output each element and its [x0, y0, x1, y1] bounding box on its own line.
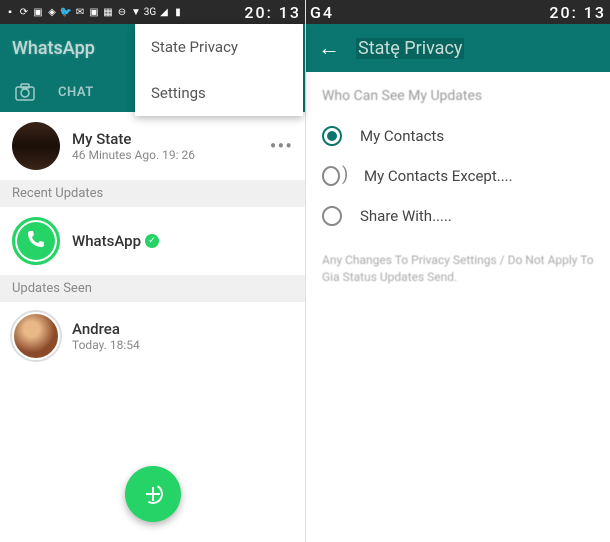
chat-icon: ▣ — [88, 6, 100, 18]
who-can-see-title: Who Can See My Updates — [306, 72, 610, 116]
sync-icon: ⟳ — [18, 6, 30, 18]
updates-seen-header: Updates Seen — [0, 275, 305, 302]
menu-state-privacy[interactable]: State Privacy — [135, 24, 303, 70]
my-state-name: My State — [72, 130, 270, 148]
andrea-avatar — [12, 312, 60, 360]
my-state-avatar — [12, 122, 60, 170]
verified-icon: ✓ — [145, 234, 159, 248]
dnd-icon: ⊖ — [116, 6, 128, 18]
telegram-icon: ◈ — [46, 6, 58, 18]
fb-icon: ▣ — [32, 6, 44, 18]
camera-icon — [15, 83, 35, 101]
radio-unselected-icon — [322, 206, 342, 226]
whatsapp-status-item[interactable]: WhatsApp ✓ — [0, 207, 305, 275]
signal-3g-icon: 3G — [144, 6, 156, 18]
status-bar-right: G4 20: 13 — [306, 0, 610, 24]
option-share-with[interactable]: Share With..... — [306, 196, 610, 236]
notification-icon: ▪ — [4, 6, 16, 18]
camera-tab[interactable] — [0, 83, 50, 101]
andrea-status-item[interactable]: Andrea Today. 18:54 — [0, 302, 305, 370]
option-my-contacts[interactable]: My Contacts — [306, 116, 610, 156]
app-title: WhatsApp — [12, 38, 95, 59]
new-status-fab[interactable] — [125, 466, 181, 522]
wifi-icon: ▼ — [130, 6, 142, 18]
mail-icon: ✉ — [74, 6, 86, 18]
andrea-name: Andrea — [72, 320, 293, 338]
recent-updates-header: Recent Updates — [0, 180, 305, 207]
privacy-note: Any Changes To Privacy Settings / Do Not… — [306, 236, 610, 302]
option-contacts-except[interactable]: My Contacts Except.... — [306, 156, 610, 196]
whatsapp-avatar — [12, 217, 60, 265]
menu-settings[interactable]: Settings — [135, 70, 303, 116]
tab-chat[interactable]: CHAT — [50, 85, 102, 100]
whatsapp-phone-icon — [24, 229, 48, 253]
whatsapp-name: WhatsApp — [72, 232, 141, 250]
back-arrow-icon[interactable]: ← — [318, 35, 340, 61]
status-g4: G4 — [310, 3, 334, 22]
image-icon: ▦ — [102, 6, 114, 18]
andrea-time: Today. 18:54 — [72, 338, 293, 352]
status-bar-left: ▪ ⟳ ▣ ◈ 🐦 ✉ ▣ ▦ ⊖ ▼ 3G ◢ ▮ 20: 13 — [0, 0, 305, 24]
popup-menu: State Privacy Settings — [135, 24, 303, 116]
twitter-icon: 🐦 — [60, 6, 72, 18]
option-label-2: My Contacts Except.... — [364, 167, 513, 185]
more-icon[interactable]: ••• — [270, 134, 293, 158]
app-header-right: ← Statę Privacy — [306, 24, 610, 72]
signal-icon: ◢ — [158, 6, 170, 18]
my-state-time: 46 Minutes Ago. 19: 26 — [72, 148, 270, 162]
option-label-3: Share With..... — [360, 207, 452, 225]
status-time-right: 20: 13 — [549, 3, 606, 22]
status-time-left: 20: 13 — [244, 3, 301, 22]
option-label-1: My Contacts — [360, 127, 444, 145]
my-state-item[interactable]: My State 46 Minutes Ago. 19: 26 ••• — [0, 112, 305, 180]
status-icons-left: ▪ ⟳ ▣ ◈ 🐦 ✉ ▣ ▦ ⊖ ▼ 3G ◢ ▮ — [4, 6, 184, 18]
battery-icon: ▮ — [172, 6, 184, 18]
page-title: Statę Privacy — [356, 38, 464, 59]
radio-selected-icon — [322, 126, 342, 146]
radio-unselected-icon — [322, 166, 340, 186]
